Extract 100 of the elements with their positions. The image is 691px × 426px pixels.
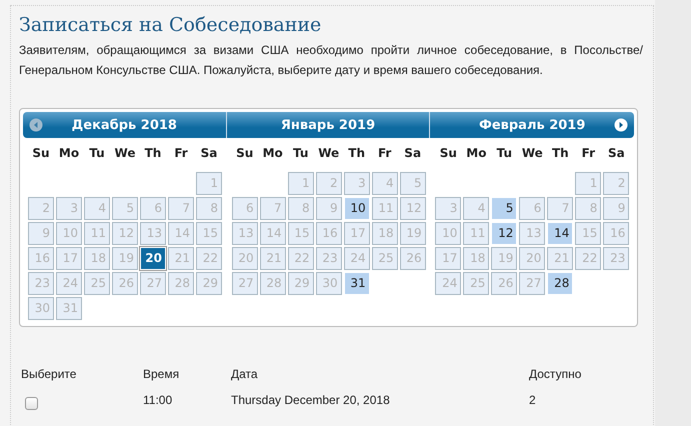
day-cell[interactable]: 10	[344, 197, 370, 220]
day-cell: 24	[344, 247, 370, 270]
day-cell: 20	[519, 247, 546, 270]
weekday-label: We	[520, 145, 544, 162]
date-cell-text: Thursday December 20, 2018	[231, 393, 391, 409]
day-cell: 31	[56, 297, 82, 320]
weekday-label: Fr	[376, 145, 392, 162]
weekday-label: Sa	[200, 145, 218, 162]
day-cell: 15	[288, 222, 314, 245]
day-cell: 1	[196, 172, 222, 195]
day-cell: 8	[288, 197, 314, 220]
day-cell: 3	[344, 172, 370, 195]
day-cell: 18	[84, 247, 110, 270]
weekday-label: Th	[550, 145, 570, 162]
day-cell: 27	[519, 272, 546, 295]
month-title: Январь 2019	[280, 118, 376, 132]
day-cell[interactable]: 12	[491, 222, 518, 245]
day-cell: 21	[547, 247, 574, 270]
day-cell: 19	[491, 247, 518, 270]
day-cell: 22	[196, 247, 222, 270]
weekday-label: Sa	[403, 145, 422, 162]
day-cell: 24	[56, 272, 82, 295]
day-cell: 26	[491, 272, 518, 295]
day-cell: 28	[168, 272, 194, 295]
day-cell: 13	[232, 222, 258, 245]
day-cell: 10	[56, 222, 82, 245]
day-cell: 18	[463, 247, 490, 270]
day-cell: 14	[168, 222, 194, 245]
day-cell: 11	[372, 197, 398, 220]
day-cell: 12	[112, 222, 138, 245]
day-cell: 15	[196, 222, 222, 245]
day-cell: 29	[288, 272, 314, 295]
day-cell: 15	[575, 222, 602, 245]
day-cell: 2	[603, 172, 630, 195]
day-cell: 23	[603, 247, 630, 270]
day-cell: 3	[435, 197, 462, 220]
weekday-label: Sa	[606, 145, 626, 162]
month-title: Декабрь 2018	[72, 118, 177, 132]
day-cell: 8	[196, 197, 222, 220]
day-cell: 7	[168, 197, 194, 220]
day-cell: 7	[260, 197, 286, 220]
day-cell: 6	[232, 197, 258, 220]
select-checkbox[interactable]	[25, 397, 38, 410]
day-cell[interactable]: 14	[547, 222, 574, 245]
day-cell: 13	[140, 222, 166, 245]
day-cell: 26	[400, 247, 426, 270]
day-cell: 25	[463, 272, 490, 295]
day-cell: 2	[28, 197, 54, 220]
column-header: Доступно	[529, 367, 582, 383]
column-header: Дата	[231, 367, 529, 393]
day-cell: 6	[140, 197, 166, 220]
previous-icon[interactable]	[29, 118, 43, 132]
day-cell: 24	[435, 272, 462, 295]
day-cell: 2	[316, 172, 342, 195]
day-cell: 11	[463, 222, 490, 245]
day-cell: 28	[260, 272, 286, 295]
day-cell: 27	[140, 272, 166, 295]
day-cell: 5	[112, 197, 138, 220]
weekday-label: Mo	[58, 145, 80, 162]
day-cell: 22	[575, 247, 602, 270]
weekday-label: Su	[438, 145, 458, 162]
day-cell: 3	[56, 197, 82, 220]
day-cell[interactable]: 5	[491, 197, 518, 220]
day-cell: 7	[547, 197, 574, 220]
day-cell: 20	[232, 247, 258, 270]
intro-text: Заявителям, обращающимся за визами США необходимо пройти личное собеседование, в Посольстве/ Генеральном Консульстве США. Пожалуйста, выберите дату и время вашего собеседования.	[19, 42, 643, 79]
day-cell: 6	[519, 197, 546, 220]
day-cell: 14	[260, 222, 286, 245]
day-cell[interactable]: 28	[547, 272, 574, 295]
column-header: Время	[143, 367, 231, 393]
day-cell: 21	[168, 247, 194, 270]
weekday-label: Mo	[465, 145, 488, 162]
day-cell: 12	[400, 197, 426, 220]
weekday-label: Th	[347, 145, 366, 162]
weekday-label: Fr	[173, 145, 189, 162]
day-cell: 17	[56, 247, 82, 270]
day-cell: 4	[84, 197, 110, 220]
day-cell: 9	[603, 197, 630, 220]
day-cell: 16	[28, 247, 54, 270]
weekday-label: Fr	[580, 145, 596, 162]
day-cell: 23	[28, 272, 54, 295]
day-cell: 30	[316, 272, 342, 295]
weekday-label: Mo	[262, 145, 284, 162]
day-cell: 16	[603, 222, 630, 245]
day-cell: 16	[316, 222, 342, 245]
day-cell: 17	[435, 247, 462, 270]
day-cell: 30	[28, 297, 54, 320]
weekday-label: Tu	[88, 145, 106, 162]
day-cell: 1	[575, 172, 602, 195]
day-cell: 8	[575, 197, 602, 220]
day-cell[interactable]: 31	[344, 272, 370, 295]
day-cell: 1	[288, 172, 314, 195]
day-cell: 27	[232, 272, 258, 295]
day-cell: 23	[316, 247, 342, 270]
weekday-label: Tu	[496, 145, 514, 162]
day-cell[interactable]: 20	[140, 247, 166, 270]
day-cell: 29	[196, 272, 222, 295]
weekday-label: Su	[235, 145, 254, 162]
next-icon[interactable]	[614, 118, 628, 132]
weekday-label: Su	[31, 145, 51, 162]
